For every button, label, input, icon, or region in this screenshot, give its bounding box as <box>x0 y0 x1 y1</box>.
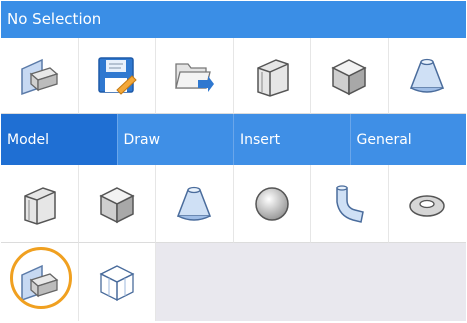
frustum-button[interactable] <box>388 38 466 114</box>
box-icon <box>99 186 135 223</box>
tool-panel: No Selection Model Draw Insert General <box>1 1 466 321</box>
section-plane-tool-button[interactable] <box>1 243 79 321</box>
tab-general[interactable]: General <box>351 114 467 165</box>
torus-tool-button[interactable] <box>388 165 466 243</box>
frustum-icon <box>410 58 445 93</box>
top-toolbar-row <box>1 38 466 114</box>
box-tool-button[interactable] <box>78 165 156 243</box>
section-plane-icon <box>21 264 59 302</box>
save-file-icon <box>98 56 137 95</box>
ribbon-tabs: Model Draw Insert General <box>1 114 466 165</box>
tab-model[interactable]: Model <box>1 114 118 165</box>
empty-toolbar-area <box>156 243 466 321</box>
open-folder-icon <box>175 62 215 92</box>
wall-button[interactable] <box>233 38 311 114</box>
box-icon <box>331 58 367 95</box>
section-plane-icon <box>21 58 59 95</box>
wall-tool-button[interactable] <box>1 165 79 243</box>
save-button[interactable] <box>78 38 156 114</box>
tab-insert[interactable]: Insert <box>234 114 351 165</box>
section-plane-button[interactable] <box>1 38 79 114</box>
wireframe-box-icon <box>99 265 135 302</box>
wall-icon <box>24 186 56 225</box>
bottom-tools-row <box>1 243 466 321</box>
open-button[interactable] <box>156 38 234 114</box>
pipe-tool-button[interactable] <box>311 165 389 243</box>
selection-title: No Selection <box>1 1 466 38</box>
frustum-tool-button[interactable] <box>156 165 234 243</box>
wireframe-box-tool-button[interactable] <box>78 243 156 321</box>
frustum-icon <box>177 186 212 221</box>
wall-icon <box>257 58 289 97</box>
pipe-icon <box>336 184 365 223</box>
box-button[interactable] <box>311 38 389 114</box>
sphere-icon <box>255 186 289 221</box>
sphere-tool-button[interactable] <box>233 165 311 243</box>
model-tools-row <box>1 165 466 243</box>
tab-draw[interactable]: Draw <box>118 114 234 165</box>
torus-icon <box>409 194 445 217</box>
